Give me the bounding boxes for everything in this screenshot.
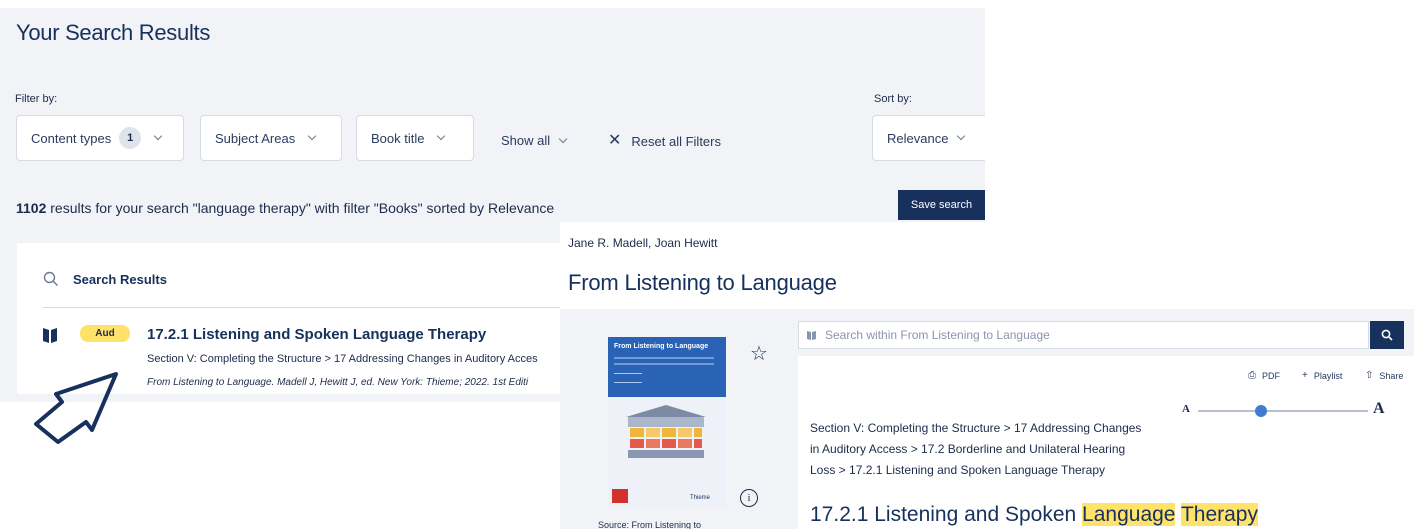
- chevron-down-icon: [558, 134, 568, 143]
- cover-title: From Listening to Language: [614, 343, 709, 350]
- add-to-playlist-button[interactable]: + Playlist: [1302, 370, 1342, 381]
- filter-by-label: Filter by:: [15, 93, 58, 105]
- share-icon: ⇧: [1365, 370, 1374, 381]
- search-icon: [43, 271, 58, 286]
- book-title-dropdown[interactable]: Book title: [356, 115, 474, 161]
- share-button[interactable]: ⇧ Share: [1365, 370, 1403, 381]
- book-authors: Jane R. Madell, Joan Hewitt: [568, 236, 718, 250]
- results-summary: 1102 results for your search "language t…: [16, 200, 554, 216]
- search-highlight: Therapy: [1180, 503, 1258, 526]
- star-icon[interactable]: ☆: [750, 341, 768, 366]
- book-cover-image[interactable]: From Listening to Language Thieme: [608, 337, 726, 508]
- reader-heading: 17.2.1 Listening and Spoken Language The…: [810, 503, 1258, 527]
- book-icon: [43, 328, 57, 343]
- results-count: 1102: [16, 200, 47, 216]
- reader-pane: ⎙ PDF + Playlist ⇧ Share A A Section V: …: [798, 356, 1414, 529]
- font-size-large-label: A: [1373, 400, 1385, 417]
- chevron-down-icon: [437, 131, 446, 141]
- cover-illustration: [626, 405, 706, 458]
- book-icon: [807, 330, 816, 340]
- share-label: Share: [1379, 370, 1404, 381]
- sort-by-label: Sort by:: [874, 93, 912, 105]
- show-all-dropdown[interactable]: Show all: [501, 133, 568, 148]
- pdf-button[interactable]: ⎙ PDF: [1248, 370, 1280, 381]
- save-search-button[interactable]: Save search: [898, 190, 985, 220]
- results-summary-text: results for your search "language therap…: [46, 200, 555, 216]
- search-within-button[interactable]: [1370, 321, 1404, 349]
- content-types-dropdown[interactable]: Content types 1: [16, 115, 184, 161]
- cover-author-lines: [614, 373, 642, 383]
- font-size-small-label: A: [1182, 403, 1190, 415]
- source-caption: Source: From Listening to: [598, 520, 702, 529]
- subject-areas-label: Subject Areas: [215, 130, 296, 146]
- result-path: Section V: Completing the Structure > 17…: [147, 353, 538, 365]
- info-icon[interactable]: i: [740, 489, 758, 507]
- show-all-label: Show all: [501, 133, 551, 148]
- sort-dropdown[interactable]: Relevance: [872, 115, 985, 161]
- book-detail-panel: Jane R. Madell, Joan Hewitt From Listeni…: [560, 222, 1414, 529]
- content-types-label: Content types: [31, 130, 112, 146]
- cover-publisher: Thieme: [690, 495, 711, 501]
- arrow-annotation-icon: [34, 372, 118, 444]
- results-heading: Search Results: [43, 271, 167, 287]
- reader-heading-text: 17.2.1 Listening and Spoken: [810, 503, 1083, 526]
- close-icon: ✕: [608, 132, 622, 149]
- reader-breadcrumb: Section V: Completing the Structure > 17…: [810, 421, 1142, 477]
- reset-filters-label: Reset all Filters: [631, 133, 721, 149]
- content-types-count-badge: 1: [119, 127, 142, 149]
- divider: [43, 307, 603, 308]
- pdf-label: PDF: [1262, 370, 1280, 381]
- plus-icon: +: [1302, 370, 1308, 381]
- font-size-slider-handle[interactable]: [1254, 405, 1267, 417]
- search-icon: [1381, 329, 1393, 341]
- cover-subtitle-lines: [614, 357, 714, 365]
- chevron-down-icon: [153, 131, 163, 141]
- search-highlight: Language: [1082, 503, 1176, 526]
- result-title-link[interactable]: 17.2.1 Listening and Spoken Language The…: [147, 326, 486, 343]
- results-heading-label: Search Results: [73, 271, 167, 287]
- result-citation: From Listening to Language. Madell J, He…: [147, 377, 529, 388]
- chevron-down-icon: [307, 131, 317, 141]
- book-title: From Listening to Language: [568, 270, 837, 295]
- font-size-slider[interactable]: [1198, 410, 1368, 412]
- book-body: From Listening to Language Thieme ☆ i So…: [560, 309, 1414, 529]
- subject-areas-dropdown[interactable]: Subject Areas: [200, 115, 342, 161]
- pdf-icon: ⎙: [1248, 370, 1256, 381]
- page-title: Your Search Results: [16, 20, 211, 45]
- chevron-down-icon: [957, 131, 966, 141]
- sort-value: Relevance: [887, 130, 949, 146]
- search-within-placeholder: Search within From Listening to Language: [825, 328, 1050, 342]
- book-title-label: Book title: [371, 130, 425, 146]
- audio-badge: Aud: [80, 325, 130, 342]
- reset-filters-button[interactable]: ✕ Reset all Filters: [608, 133, 721, 149]
- playlist-label: Playlist: [1313, 370, 1343, 381]
- publisher-logo: [612, 489, 628, 503]
- search-within-input[interactable]: Search within From Listening to Language: [798, 321, 1369, 349]
